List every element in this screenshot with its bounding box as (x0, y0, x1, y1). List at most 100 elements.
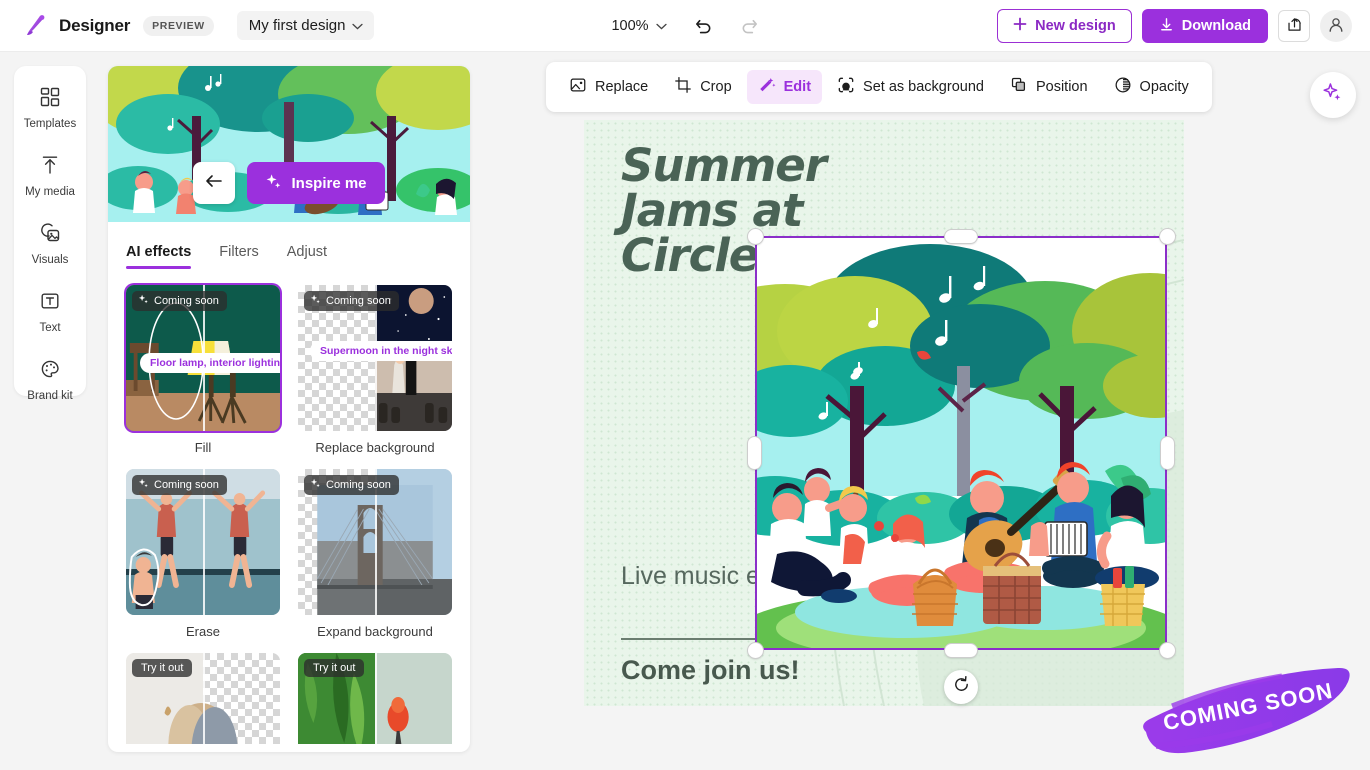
resize-handle-top-left[interactable] (748, 229, 763, 244)
preview-badge: PREVIEW (143, 16, 214, 36)
share-icon (1286, 16, 1303, 36)
tab-label: Filters (219, 244, 258, 260)
effect-card-title: Fill (126, 440, 280, 455)
tab-filters[interactable]: Filters (219, 244, 258, 269)
image-replace-icon (569, 76, 587, 98)
coming-soon-ribbon: COMING SOON (1132, 654, 1362, 764)
magic-wand-icon (758, 76, 776, 98)
effect-card-erase[interactable]: Coming soon Erase (126, 469, 280, 639)
toolbar-set-as-background-button[interactable]: Set as background (826, 70, 995, 104)
download-button[interactable]: Download (1142, 9, 1268, 43)
canvas-cta[interactable]: Come join us! (621, 655, 800, 686)
tab-ai-effects[interactable]: AI effects (126, 244, 191, 269)
zoom-control[interactable]: 100% (605, 14, 672, 38)
sidebar-item-templates[interactable]: Templates (19, 82, 81, 134)
sparkle-icon (310, 294, 321, 308)
sidebar-item-label: Brand kit (27, 390, 72, 402)
account-button[interactable] (1320, 10, 1352, 42)
badge-label: Coming soon (154, 479, 219, 491)
hero-actions: Inspire me (108, 162, 470, 204)
crop-icon (674, 76, 692, 98)
resize-handle-bottom-left[interactable] (748, 643, 763, 658)
inspire-me-label: Inspire me (291, 175, 366, 192)
before-after-divider (203, 653, 205, 744)
badge-label: Try it out (313, 662, 355, 674)
opacity-icon (1114, 76, 1132, 98)
effect-thumbnail: Coming soon Supermoon in the night sky (298, 285, 452, 431)
coming-soon-badge: Coming soon (304, 291, 399, 311)
chevron-down-icon (656, 18, 667, 34)
app-header: Designer PREVIEW My first design 100% (0, 0, 1370, 52)
new-design-button[interactable]: New design (997, 9, 1132, 43)
toolbar-edit-button[interactable]: Edit (747, 70, 822, 104)
resize-handle-right-middle[interactable] (1161, 437, 1174, 469)
ai-assistant-button[interactable] (1310, 72, 1356, 118)
effect-card-title: Erase (126, 624, 280, 639)
toolbar-opacity-button[interactable]: Opacity (1103, 70, 1200, 104)
brand-kit-icon (39, 358, 61, 385)
sparkle-icon (310, 478, 321, 492)
brand: Designer PREVIEW My first design (0, 11, 374, 40)
set-background-icon (837, 76, 855, 98)
effect-card-title: Expand background (298, 624, 452, 639)
toolbar-item-label: Opacity (1140, 79, 1189, 95)
coming-soon-badge: Coming soon (304, 475, 399, 495)
left-rail: Templates My media Visuals (14, 66, 86, 396)
toolbar-item-label: Replace (595, 79, 648, 95)
tab-adjust[interactable]: Adjust (287, 244, 327, 269)
prompt-pill: Supermoon in the night sky (310, 341, 452, 361)
redo-button[interactable] (735, 11, 765, 41)
toolbar-replace-button[interactable]: Replace (558, 70, 659, 104)
rotate-handle[interactable] (944, 670, 978, 704)
sidebar-item-label: My media (25, 186, 75, 198)
sparkle-icon (138, 478, 149, 492)
plus-icon (1013, 17, 1027, 35)
toolbar-item-label: Set as background (863, 79, 984, 95)
try-it-out-badge: Try it out (304, 659, 364, 677)
undo-button[interactable] (689, 11, 719, 41)
position-icon (1010, 76, 1028, 98)
templates-icon (39, 86, 61, 113)
toolbar-item-label: Position (1036, 79, 1088, 95)
canvas-surface[interactable]: Summer Jams at Circle Park Live music ev… (584, 120, 1184, 706)
redo-icon (740, 15, 759, 37)
coming-soon-badge: Coming soon (132, 475, 227, 495)
resize-handle-top-right[interactable] (1160, 229, 1175, 244)
sidebar-item-my-media[interactable]: My media (19, 150, 81, 202)
effect-card-fill[interactable]: Coming soon Floor lamp, interior lightin… (126, 285, 280, 455)
back-arrow-icon (205, 173, 223, 194)
effect-card-grid: Coming soon Floor lamp, interior lightin… (108, 269, 470, 744)
toolbar-item-label: Edit (784, 79, 811, 95)
effect-card-expand-background[interactable]: Coming soon Expand background (298, 469, 452, 639)
selected-image[interactable] (755, 236, 1167, 650)
resize-handle-top-center[interactable] (945, 230, 977, 243)
effect-card-replace-background[interactable]: Coming soon Supermoon in the night sky R… (298, 285, 452, 455)
effect-thumbnail: Try it out (298, 653, 452, 744)
sparkle-icon (138, 294, 149, 308)
image-context-toolbar: Replace Crop Edit Set as background Posi… (546, 62, 1212, 112)
new-design-label: New design (1035, 18, 1116, 34)
effect-thumbnail: Try it out (126, 653, 280, 744)
visuals-icon (39, 222, 61, 249)
inspire-me-button[interactable]: Inspire me (247, 162, 384, 204)
sidebar-item-text[interactable]: Text (19, 286, 81, 338)
sidebar-item-label: Visuals (32, 254, 69, 266)
header-actions: New design Download (997, 0, 1352, 52)
effect-thumbnail: Coming soon (126, 469, 280, 615)
panel-tabs: AI effects Filters Adjust (108, 222, 470, 269)
design-canvas[interactable]: Summer Jams at Circle Park Live music ev… (584, 120, 1184, 706)
back-button[interactable] (193, 162, 235, 204)
effect-card-remove-background[interactable]: Try it out (126, 653, 280, 744)
resize-handle-left-middle[interactable] (748, 437, 761, 469)
sidebar-item-visuals[interactable]: Visuals (19, 218, 81, 270)
document-title-dropdown[interactable]: My first design (237, 11, 375, 40)
account-icon (1327, 16, 1345, 37)
download-icon (1159, 17, 1174, 36)
resize-handle-bottom-center[interactable] (945, 644, 977, 657)
toolbar-position-button[interactable]: Position (999, 70, 1099, 104)
effect-card-blur-background[interactable]: Try it out (298, 653, 452, 744)
share-button[interactable] (1278, 10, 1310, 42)
toolbar-crop-button[interactable]: Crop (663, 70, 742, 104)
sidebar-item-brand-kit[interactable]: Brand kit (19, 354, 81, 406)
designer-logo-icon (22, 12, 50, 40)
